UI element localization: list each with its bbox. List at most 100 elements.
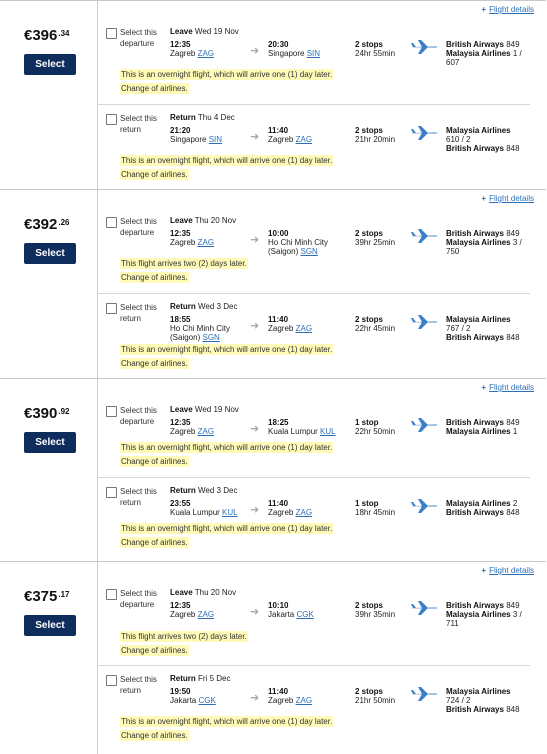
arrival-airport-link[interactable]: ZAG [296,135,312,144]
airplane-icon [411,601,438,615]
departure-time: 21:20 [170,126,191,135]
airline-change-note: Change of airlines. [120,456,189,467]
airline-name: British Airways [446,229,504,238]
departure-airport-link[interactable]: ZAG [198,427,214,436]
arrival-time: 20:30 [268,40,289,49]
select-departure-label: Select this departure [120,217,157,237]
select-return-checkbox[interactable] [106,114,117,125]
arrival-time: 11:40 [268,315,289,324]
leg-divider [98,293,530,294]
leg-header: Leave Wed 19 Nov [170,27,239,36]
outbound-leg: Select this departure Leave Wed 19 Nov 1… [98,404,546,474]
airplane-icon [411,229,438,243]
price: €396.34 [24,27,70,44]
select-button[interactable]: Select [24,432,76,453]
select-return-checkbox[interactable] [106,303,117,314]
outbound-leg: Select this departure Leave Thu 20 Nov 1… [98,215,546,285]
airline-info: British Airways 849 Malaysia Airlines 3 /… [446,229,536,256]
leg-divider [98,477,530,478]
departure-airport-link[interactable]: KUL [222,508,238,517]
select-departure-checkbox[interactable] [106,589,117,600]
departure-time: 12:35 [170,40,191,49]
leg-date: Thu 20 Nov [194,216,237,225]
select-departure-checkbox[interactable] [106,406,117,417]
departure-info: 21:20 Singapore SIN [170,126,222,144]
airline-change-note: Change of airlines. [120,730,189,741]
arrival-airport-link[interactable]: ZAG [296,508,312,517]
arrival-airport-link[interactable]: SGN [300,247,317,256]
departure-time: 12:35 [170,601,191,610]
select-departure-label: Select this departure [120,28,157,48]
arrival-airport-link[interactable]: ZAG [296,696,312,705]
flight-number: 849 [506,40,520,49]
leg-divider [98,104,530,105]
leg-header: Return Thu 4 Dec [170,113,235,122]
leg-date: Wed 19 Nov [194,405,239,414]
arrival-time: 18:25 [268,418,289,427]
select-return-label: Select this return [120,675,157,695]
arrival-time: 11:40 [268,126,289,135]
select-return-label: Select this return [120,303,157,323]
arrival-city: Zagreb [268,696,294,705]
departure-airport-link[interactable]: SGN [202,333,219,342]
airplane-icon [411,499,438,513]
select-departure-checkbox[interactable] [106,217,117,228]
arrival-note: This flight arrives two (2) days later. [120,631,248,642]
select-button[interactable]: Select [24,243,76,264]
select-button[interactable]: Select [24,54,76,75]
arrival-info: 10:10 Jakarta CGK [268,601,346,619]
flight-details-link[interactable]: + Flight details [481,566,534,575]
flight-number: 767 / 2 [446,324,471,333]
outbound-leg: Select this departure Leave Wed 19 Nov 1… [98,26,546,96]
arrival-info: 18:25 Kuala Lumpur KUL [268,418,352,436]
select-return-checkbox[interactable] [106,675,117,686]
select-return-checkbox[interactable] [106,487,117,498]
duration: 22hr 50min [355,427,396,436]
overnight-note: This is an overnight flight, which will … [120,344,334,355]
offer-card: €375.17 Select + Flight details Select th… [0,561,546,754]
departure-city: Ho Chi Minh City (Saigon) [170,324,231,342]
plus-icon: + [481,194,487,203]
airline-info: Malaysia Airlines 2 British Airways 848 [446,499,536,517]
arrival-airport-link[interactable]: CGK [296,610,313,619]
return-leg: Select this return Return Fri 5 Dec 19:5… [98,673,546,751]
arrow-right-icon: ➜ [250,606,260,618]
departure-time: 12:35 [170,229,191,238]
departure-city: Zagreb [170,49,196,58]
leg-header: Return Fri 5 Dec [170,674,230,683]
airline-change-note: Change of airlines. [120,272,189,283]
departure-airport-link[interactable]: ZAG [198,49,214,58]
price-main: €390 [24,405,58,422]
departure-airport-link[interactable]: ZAG [198,610,214,619]
departure-airport-link[interactable]: CGK [198,696,215,705]
leg-divider [98,665,530,666]
airline-name: Malaysia Airlines [446,238,511,247]
leg-label: Return [170,486,196,495]
arrival-airport-link[interactable]: SIN [307,49,320,58]
stops-count: 1 stop [355,418,379,427]
airplane-icon [411,315,438,329]
leg-label: Leave [170,588,193,597]
flight-details-link[interactable]: + Flight details [481,5,534,14]
offer-card: €392.26 Select + Flight details Select th… [0,189,546,379]
flight-details-link[interactable]: + Flight details [481,194,534,203]
arrival-airport-link[interactable]: ZAG [296,324,312,333]
airplane-icon [411,40,438,54]
select-button[interactable]: Select [24,615,76,636]
price-cents: .17 [58,590,70,599]
flight-details-link[interactable]: + Flight details [481,383,534,392]
airline-name: British Airways [446,144,504,153]
departure-info: 19:50 Jakarta CGK [170,687,216,705]
flight-number: 848 [506,508,520,517]
departure-info: 12:35 Zagreb ZAG [170,229,214,247]
arrival-city: Jakarta [268,610,295,619]
airline-change-note: Change of airlines. [120,537,189,548]
select-departure-checkbox[interactable] [106,28,117,39]
duration: 39hr 25min [355,238,396,247]
stops-count: 2 stops [355,40,384,49]
departure-airport-link[interactable]: SIN [209,135,222,144]
overnight-note: This is an overnight flight, which will … [120,69,334,80]
arrival-airport-link[interactable]: KUL [320,427,336,436]
departure-airport-link[interactable]: ZAG [198,238,214,247]
select-return-label: Select this return [120,114,157,134]
